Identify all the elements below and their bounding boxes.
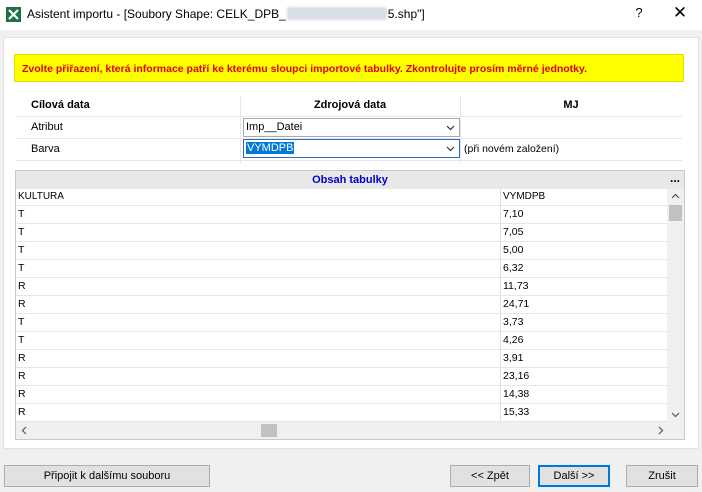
cell-vymdpb: 4,26 — [503, 334, 524, 346]
atribut-source-select[interactable]: Imp__Datei — [243, 118, 460, 137]
table-row[interactable]: T 6,32 — [16, 260, 668, 278]
table-row[interactable]: T 3,73 — [16, 314, 668, 332]
cell-vymdpb: 5,00 — [503, 244, 524, 256]
barva-unit-note: (při novém založení) — [464, 143, 560, 155]
scroll-left-icon[interactable] — [20, 426, 29, 435]
excel-icon — [6, 7, 21, 22]
cell-kultura: T — [18, 226, 25, 238]
table-row[interactable]: T 7,05 — [16, 224, 668, 242]
table-row[interactable]: R 3,91 — [16, 350, 668, 368]
window-title-suffix: 5.shp"] — [387, 7, 425, 21]
horizontal-scroll-thumb[interactable] — [261, 424, 277, 437]
warning-banner: Zvolte přiřazení, která informace patří … — [14, 54, 684, 82]
append-to-file-button[interactable]: Připojit k dalšímu souboru — [4, 465, 210, 487]
cell-kultura: T — [18, 334, 25, 346]
cell-vymdpb: 7,05 — [503, 226, 524, 238]
table-caption: Obsah tabulky ... — [16, 171, 684, 189]
table-row[interactable]: T 5,00 — [16, 242, 668, 260]
table-content-panel: Obsah tabulky ... KULTURA VYMDPB T 7,10 T 7… — [15, 170, 685, 440]
table-row[interactable]: T 7,10 — [16, 206, 668, 224]
atribut-source-value: Imp__Datei — [246, 121, 303, 133]
redacted-filename — [286, 7, 387, 20]
source-data-header: Zdrojová data — [313, 99, 387, 111]
window-title: Asistent importu - [Soubory Shape: CELK_… — [27, 7, 425, 21]
table-row[interactable]: R 14,38 — [16, 386, 668, 404]
chevron-down-icon — [446, 146, 455, 152]
table-row[interactable]: T 4,26 — [16, 332, 668, 350]
more-options-button[interactable]: ... — [670, 171, 680, 185]
cancel-button[interactable]: Zrušit — [626, 465, 698, 487]
grid-divider — [16, 160, 682, 161]
table-row[interactable]: R 23,16 — [16, 368, 668, 386]
vertical-scroll-thumb[interactable] — [669, 205, 682, 221]
column-header-vymdpb[interactable]: VYMDPB — [503, 191, 545, 202]
cell-kultura: R — [18, 388, 26, 400]
cell-vymdpb: 11,73 — [503, 280, 529, 292]
cell-kultura: T — [18, 208, 25, 220]
horizontal-scrollbar[interactable] — [16, 422, 684, 439]
column-header-kultura[interactable]: KULTURA — [18, 191, 64, 202]
scroll-right-icon[interactable] — [656, 426, 665, 435]
target-data-header: Cílová data — [31, 99, 90, 111]
cell-vymdpb: 3,91 — [503, 352, 524, 364]
table-caption-text: Obsah tabulky — [312, 174, 388, 186]
cell-kultura: R — [18, 298, 26, 310]
vertical-scrollbar[interactable] — [667, 189, 684, 422]
cell-vymdpb: 3,73 — [503, 316, 524, 328]
help-button[interactable]: ? — [632, 5, 646, 20]
cell-kultura: R — [18, 280, 26, 292]
cell-kultura: T — [18, 244, 25, 256]
cell-kultura: T — [18, 262, 25, 274]
table-row[interactable]: R 11,73 — [16, 278, 668, 296]
row-label-atribut: Atribut — [31, 121, 63, 133]
barva-source-value: VYMDPB — [246, 142, 295, 154]
cell-vymdpb: 15,33 — [503, 406, 530, 418]
unit-header: MJ — [563, 99, 579, 111]
table-header-row — [16, 189, 668, 206]
table-row[interactable]: R 15,33 — [16, 404, 668, 422]
row-label-barva: Barva — [31, 143, 60, 155]
scroll-up-icon[interactable] — [671, 192, 680, 201]
grid-divider — [16, 116, 682, 117]
cell-vymdpb: 6,32 — [503, 262, 524, 274]
cell-kultura: T — [18, 316, 25, 328]
barva-source-select[interactable]: VYMDPB — [243, 139, 460, 158]
table-row[interactable]: R 24,71 — [16, 296, 668, 314]
cell-vymdpb: 24,71 — [503, 298, 530, 310]
cell-kultura: R — [18, 406, 26, 418]
cell-vymdpb: 7,10 — [503, 208, 524, 220]
cell-kultura: R — [18, 352, 26, 364]
title-bar: Asistent importu - [Soubory Shape: CELK_… — [0, 0, 702, 30]
next-button[interactable]: Další >> — [538, 465, 610, 487]
back-button[interactable]: << Zpět — [450, 465, 530, 487]
cell-kultura: R — [18, 370, 26, 382]
window-title-prefix: Asistent importu - [Soubory Shape: CELK_… — [27, 7, 286, 21]
close-button[interactable]: ✕ — [670, 3, 690, 23]
chevron-down-icon — [446, 125, 455, 131]
scroll-down-icon[interactable] — [671, 410, 680, 419]
mapping-grid: Cílová data Zdrojová data MJ Atribut Imp… — [16, 96, 682, 164]
cell-vymdpb: 14,38 — [503, 388, 530, 400]
cell-vymdpb: 23,16 — [503, 370, 530, 382]
